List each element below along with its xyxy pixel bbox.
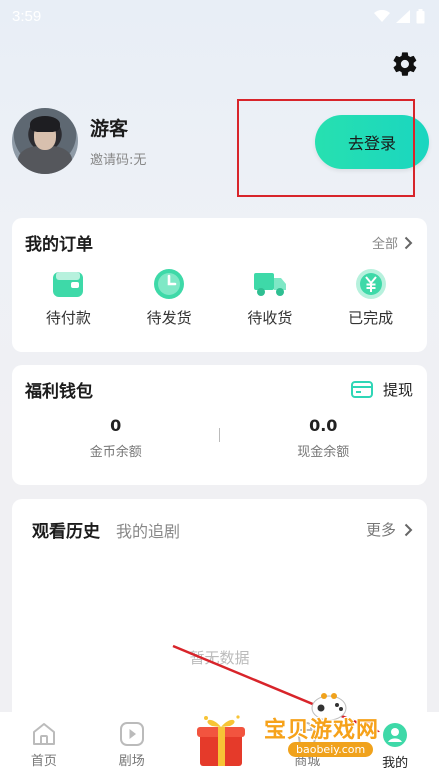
order-label: 待付款 <box>45 309 91 327</box>
tab-profile-label: 我的 <box>382 756 409 771</box>
profile-icon <box>383 723 408 747</box>
user-profile[interactable]: 游客 邀请码:无 <box>12 108 146 174</box>
tab-my-followed-dramas[interactable]: 我的追剧 <box>116 518 180 542</box>
watch-history-card: 观看历史 我的追剧 更多 暂无数据 <box>12 499 427 739</box>
cash-balance-value: 0.0 <box>309 416 338 435</box>
more-label: 更多 <box>365 521 396 539</box>
chevron-right-icon <box>404 523 413 536</box>
status-time: 3:59 <box>12 7 42 25</box>
wallet-header: 福利钱包 提现 <box>12 365 427 402</box>
gift-box-icon[interactable] <box>194 712 248 768</box>
username: 游客 <box>90 118 129 140</box>
status-bar: 3:59 <box>0 0 439 32</box>
signal-icon <box>396 9 410 23</box>
play-icon <box>119 722 144 746</box>
card-icon <box>350 381 373 398</box>
order-item-completed[interactable]: 已完成 <box>326 267 416 328</box>
wallet-icon <box>51 267 85 301</box>
history-header: 观看历史 我的追剧 更多 <box>12 499 427 542</box>
order-item-pending-receipt[interactable]: 待收货 <box>225 267 315 328</box>
coin-balance-label: 金币余额 <box>89 445 142 460</box>
orders-card: 我的订单 全部 待付款 待发货 待收货 已完成 <box>12 218 427 352</box>
profile-text: 游客 邀请码:无 <box>90 114 146 168</box>
avatar-hood <box>18 146 72 174</box>
cash-balance[interactable]: 0.0 现金余额 <box>220 416 428 460</box>
tab-shop-label: 商城 <box>294 754 321 769</box>
avatar[interactable] <box>12 108 78 174</box>
tab-profile[interactable]: 我的 <box>351 712 439 780</box>
clock-icon <box>152 267 186 301</box>
orders-all-link[interactable]: 全部 <box>372 233 413 252</box>
orders-row: 待付款 待发货 待收货 已完成 <box>12 267 427 328</box>
tab-shop[interactable]: 商城 <box>263 712 351 780</box>
tab-theater[interactable]: 剧场 <box>88 712 176 780</box>
divider <box>219 428 220 442</box>
wifi-icon <box>374 9 390 22</box>
cash-balance-label: 现金余额 <box>297 445 350 460</box>
coin-balance-value: 0 <box>110 416 122 435</box>
history-more-link[interactable]: 更多 <box>366 519 413 540</box>
order-item-pending-shipment[interactable]: 待发货 <box>124 267 214 328</box>
coin-balance[interactable]: 0 金币余额 <box>12 416 220 460</box>
shop-icon <box>297 722 318 745</box>
tab-theater-label: 剧场 <box>118 754 145 769</box>
wallet-title: 福利钱包 <box>25 382 93 402</box>
orders-all-label: 全部 <box>371 237 398 252</box>
yen-coin-icon <box>354 267 388 301</box>
order-label: 已完成 <box>348 309 394 327</box>
chevron-right-icon <box>404 236 413 249</box>
annotation-highlight-box <box>237 99 415 197</box>
orders-header: 我的订单 全部 <box>12 218 427 255</box>
order-label: 待发货 <box>146 309 192 327</box>
withdraw-button[interactable]: 提现 <box>350 379 413 400</box>
invite-code: 邀请码:无 <box>90 153 147 168</box>
gear-icon[interactable] <box>391 50 419 78</box>
empty-state-text: 暂无数据 <box>189 649 250 667</box>
order-label: 待收货 <box>247 309 293 327</box>
truck-icon <box>253 267 287 301</box>
welfare-wallet-card: 福利钱包 提现 0 金币余额 0.0 现金余额 <box>12 365 427 485</box>
tab-watch-history[interactable]: 观看历史 <box>32 517 100 542</box>
avatar-hair <box>30 116 60 132</box>
withdraw-label: 提现 <box>382 381 413 399</box>
orders-title: 我的订单 <box>25 235 93 255</box>
order-item-pending-payment[interactable]: 待付款 <box>23 267 113 328</box>
battery-icon <box>416 8 425 23</box>
tab-home[interactable]: 首页 <box>0 712 88 780</box>
status-icons <box>374 8 425 24</box>
wallet-balances: 0 金币余额 0.0 现金余额 <box>12 416 427 460</box>
tab-home-label: 首页 <box>30 754 57 769</box>
home-icon <box>32 723 55 745</box>
